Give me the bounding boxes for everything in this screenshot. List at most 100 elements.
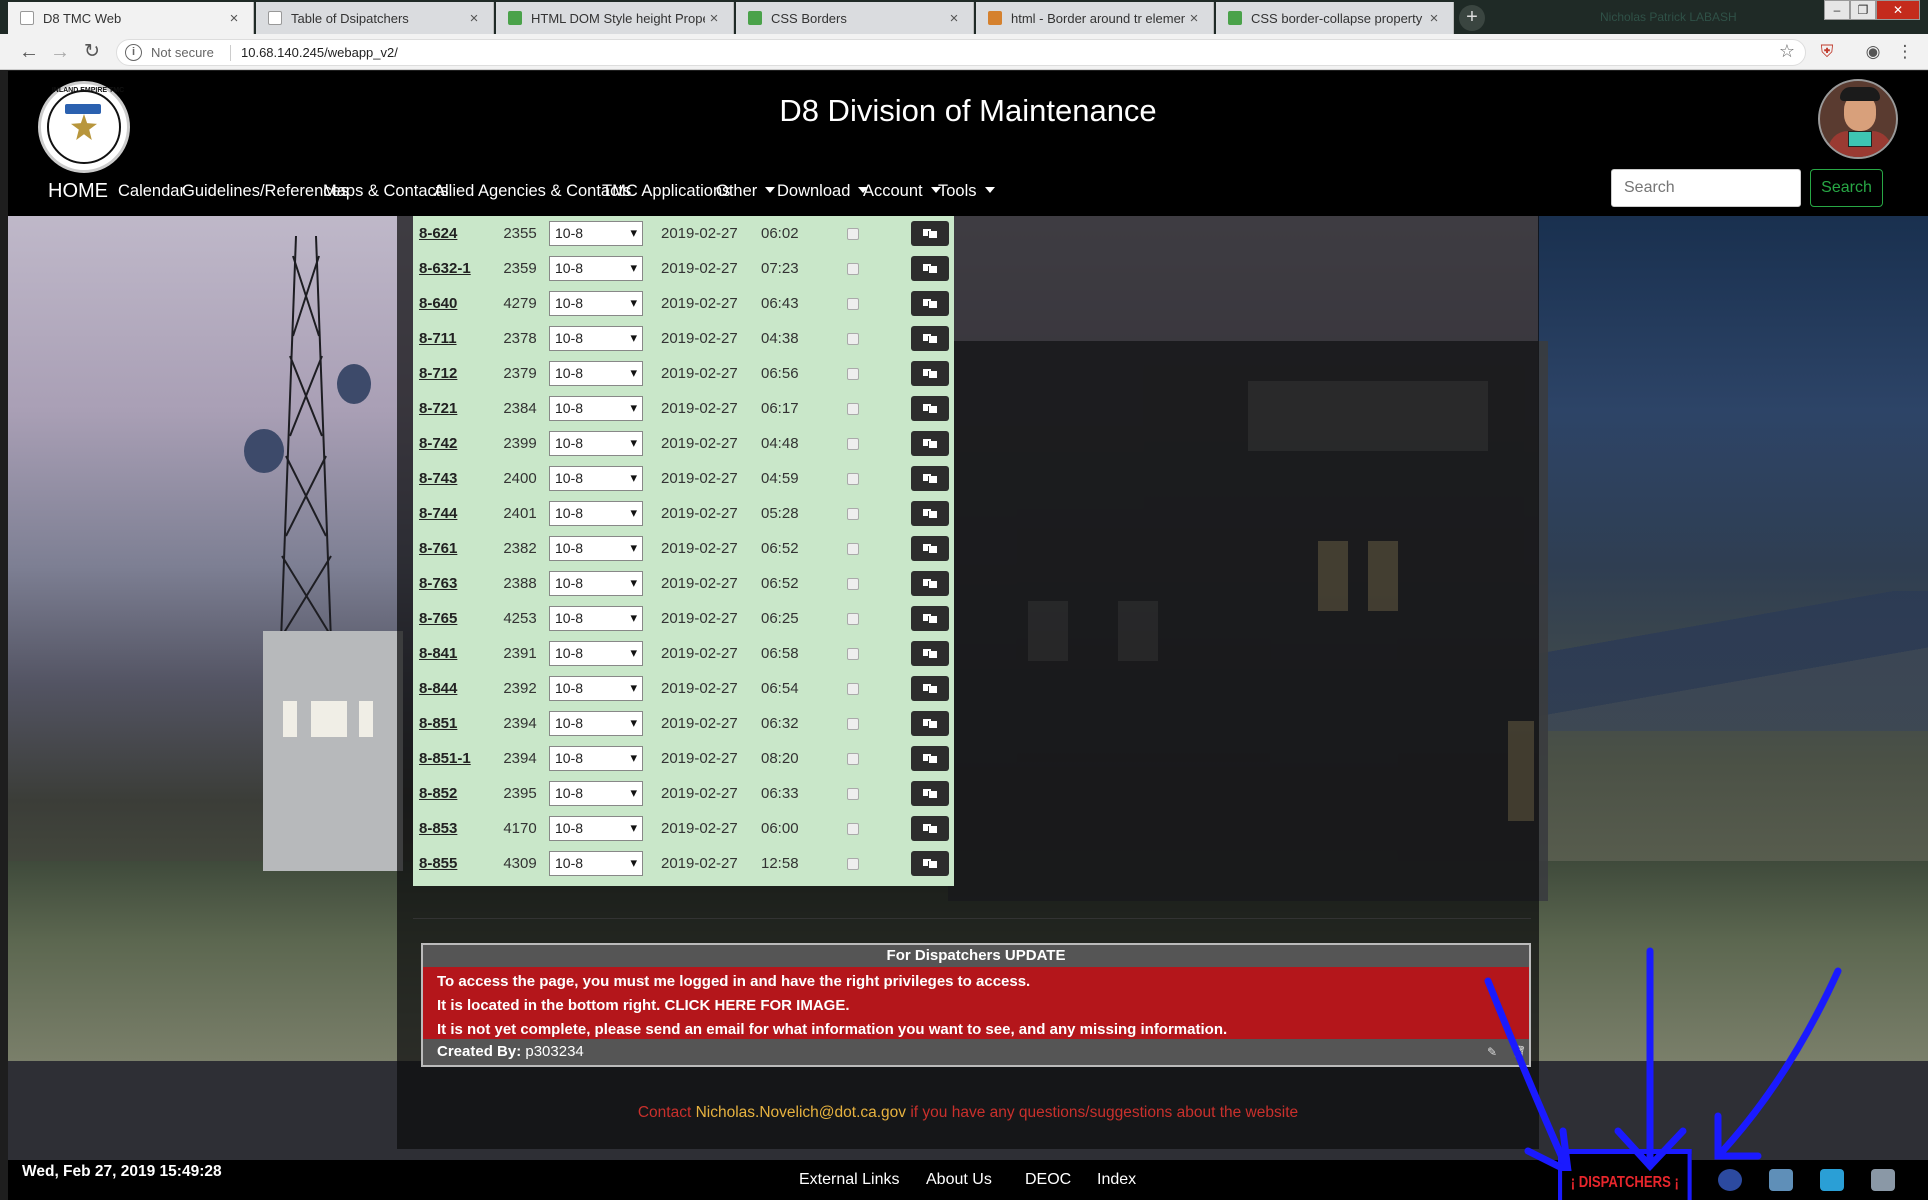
row-checkbox[interactable] <box>847 647 859 660</box>
row-checkbox[interactable] <box>847 472 859 485</box>
unit-link[interactable]: 8-763 <box>419 575 457 592</box>
new-tab-button[interactable]: + <box>1459 5 1485 31</box>
close-icon[interactable]: × <box>465 10 483 27</box>
windows-icon-button[interactable] <box>911 396 949 421</box>
status-select[interactable]: 10-8 <box>549 396 643 421</box>
windows-icon-button[interactable] <box>911 291 949 316</box>
row-checkbox[interactable] <box>847 857 859 870</box>
windows-icon-button[interactable] <box>911 361 949 386</box>
search-input[interactable] <box>1611 169 1801 207</box>
status-select[interactable]: 10-8 <box>549 326 643 351</box>
account-icon[interactable]: ◉ <box>1862 41 1884 63</box>
nav-tmc-applications[interactable]: TMC Applications <box>602 166 730 216</box>
unit-link[interactable]: 8-765 <box>419 610 457 627</box>
close-icon[interactable]: × <box>1425 10 1443 27</box>
unit-link[interactable]: 8-632-1 <box>419 260 471 277</box>
unit-link[interactable]: 8-851 <box>419 715 457 732</box>
notice-body[interactable]: To access the page, you must me logged i… <box>423 967 1529 1039</box>
footer-link-external[interactable]: External Links <box>799 1171 900 1189</box>
windows-icon-button[interactable] <box>911 536 949 561</box>
footer-link-deoc[interactable]: DEOC <box>1025 1171 1071 1189</box>
status-select[interactable]: 10-8 <box>549 571 643 596</box>
nav-tools-dropdown[interactable]: Tools <box>938 166 995 216</box>
help-icon[interactable] <box>1871 1169 1895 1191</box>
nav-other-dropdown[interactable]: Other <box>716 166 776 216</box>
status-select[interactable]: 10-8 <box>549 641 643 666</box>
windows-icon-button[interactable] <box>911 256 949 281</box>
windows-icon-button[interactable] <box>911 676 949 701</box>
row-checkbox[interactable] <box>847 682 859 695</box>
windows-icon-button[interactable] <box>911 431 949 456</box>
nav-account-dropdown[interactable]: Account <box>863 166 941 216</box>
unit-link[interactable]: 8-852 <box>419 785 457 802</box>
row-checkbox[interactable] <box>847 717 859 730</box>
extension-icon[interactable]: ⛨ <box>1816 41 1838 63</box>
row-checkbox[interactable] <box>847 262 859 275</box>
unit-link[interactable]: 8-721 <box>419 400 457 417</box>
windows-icon-button[interactable] <box>911 711 949 736</box>
unit-link[interactable]: 8-640 <box>419 295 457 312</box>
menu-icon[interactable]: ⋮ <box>1894 41 1916 63</box>
unit-link[interactable]: 8-761 <box>419 540 457 557</box>
unit-link[interactable]: 8-851-1 <box>419 750 471 767</box>
row-checkbox[interactable] <box>847 542 859 555</box>
windows-icon-button[interactable] <box>911 851 949 876</box>
twitter-icon[interactable] <box>1820 1169 1844 1191</box>
windows-icon-button[interactable] <box>911 221 949 246</box>
browser-tab[interactable]: CSS border-collapse property × <box>1216 2 1454 34</box>
windows-icon-button[interactable] <box>911 571 949 596</box>
row-checkbox[interactable] <box>847 822 859 835</box>
status-select[interactable]: 10-8 <box>549 676 643 701</box>
unit-link[interactable]: 8-743 <box>419 470 457 487</box>
info-icon[interactable]: i <box>125 44 142 61</box>
unit-link[interactable]: 8-712 <box>419 365 457 382</box>
status-select[interactable]: 10-8 <box>549 256 643 281</box>
status-select[interactable]: 10-8 <box>549 361 643 386</box>
windows-icon-button[interactable] <box>911 326 949 351</box>
status-select[interactable]: 10-8 <box>549 781 643 806</box>
unit-link[interactable]: 8-744 <box>419 505 457 522</box>
bookmark-star-icon[interactable]: ☆ <box>1779 41 1795 62</box>
close-icon[interactable]: × <box>705 10 723 27</box>
unit-link[interactable]: 8-844 <box>419 680 457 697</box>
status-select[interactable]: 10-8 <box>549 606 643 631</box>
browser-tab[interactable]: CSS Borders × <box>736 2 974 34</box>
avatar[interactable] <box>1818 79 1898 159</box>
unit-link[interactable]: 8-853 <box>419 820 457 837</box>
status-select[interactable]: 10-8 <box>549 431 643 456</box>
unit-link[interactable]: 8-855 <box>419 855 457 872</box>
nav-maps-contacts[interactable]: Maps & Contacts <box>323 166 449 216</box>
back-icon[interactable]: ← <box>17 40 41 64</box>
close-window-icon[interactable]: ✕ <box>1876 0 1920 20</box>
contact-email-link[interactable]: Nicholas.Novelich@dot.ca.gov <box>696 1104 906 1121</box>
row-checkbox[interactable] <box>847 577 859 590</box>
windows-icon-button[interactable] <box>911 501 949 526</box>
browser-tab[interactable]: D8 TMC Web × <box>8 2 254 34</box>
unit-link[interactable]: 8-624 <box>419 225 457 242</box>
status-select[interactable]: 10-8 <box>549 711 643 736</box>
row-checkbox[interactable] <box>847 507 859 520</box>
row-checkbox[interactable] <box>847 752 859 765</box>
status-select[interactable]: 10-8 <box>549 816 643 841</box>
browser-tab[interactable]: Table of Dsipatchers × <box>256 2 494 34</box>
nav-calendar[interactable]: Calendar <box>118 166 185 216</box>
status-select[interactable]: 10-8 <box>549 536 643 561</box>
windows-icon-button[interactable] <box>911 641 949 666</box>
reload-icon[interactable]: ↻ <box>80 40 104 64</box>
browser-tab[interactable]: HTML DOM Style height Propert × <box>496 2 734 34</box>
row-checkbox[interactable] <box>847 612 859 625</box>
nav-home[interactable]: HOME <box>48 166 108 216</box>
row-checkbox[interactable] <box>847 227 859 240</box>
browser-tab[interactable]: html - Border around tr element × <box>976 2 1214 34</box>
row-checkbox[interactable] <box>847 437 859 450</box>
windows-icon-button[interactable] <box>911 816 949 841</box>
forward-icon[interactable]: → <box>48 40 72 64</box>
search-button[interactable]: Search <box>1810 169 1883 207</box>
footer-link-index[interactable]: Index <box>1097 1171 1136 1189</box>
minimize-icon[interactable]: – <box>1824 0 1850 20</box>
globe-icon[interactable] <box>1718 1169 1742 1191</box>
row-checkbox[interactable] <box>847 332 859 345</box>
status-select[interactable]: 10-8 <box>549 501 643 526</box>
status-select[interactable]: 10-8 <box>549 466 643 491</box>
windows-icon-button[interactable] <box>911 746 949 771</box>
